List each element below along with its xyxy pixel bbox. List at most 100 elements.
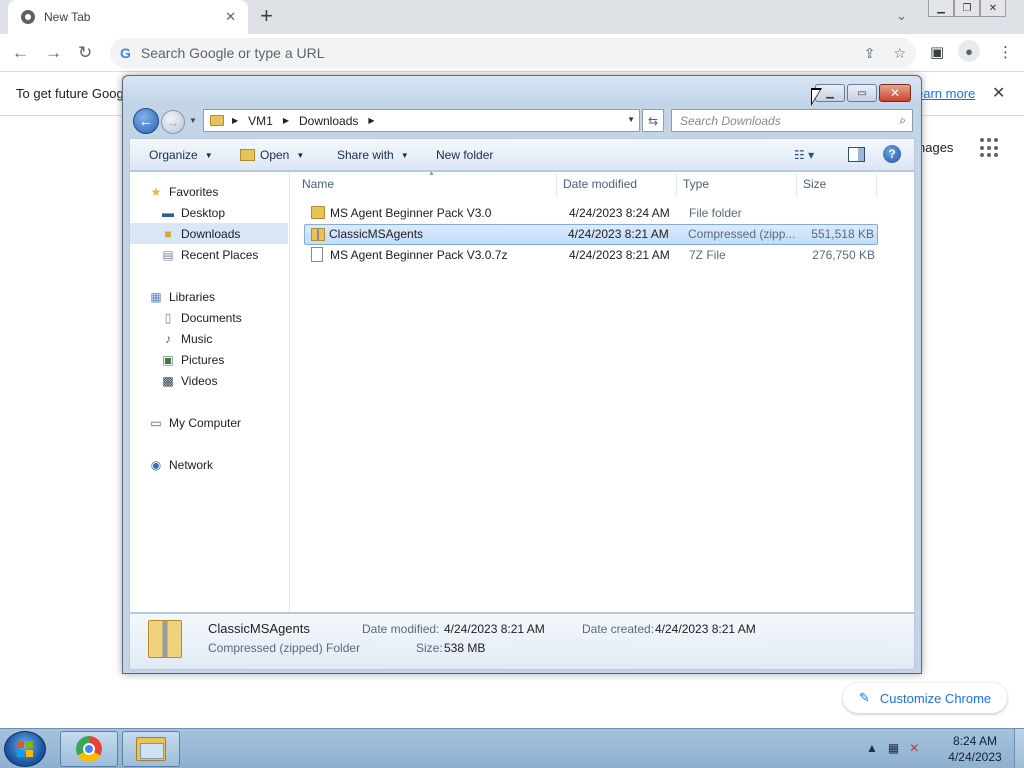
back-arrow-icon[interactable]: ← xyxy=(12,43,29,63)
zip-folder-icon xyxy=(311,228,325,241)
file-row[interactable]: MS Agent Beginner Pack V3.0 4/24/2023 8:… xyxy=(305,203,879,224)
explorer-titlebar[interactable]: ▁ ▭ ✕ xyxy=(123,76,921,106)
nav-favorites[interactable]: ★ Favorites xyxy=(130,181,288,202)
pictures-icon: ▣ xyxy=(162,352,174,367)
chrome-icon xyxy=(76,736,102,762)
windows-logo-icon xyxy=(17,741,33,757)
explorer-address-row: ← → ▼ ▶ VM1 ▶ Downloads ▶ ▼ ⇆ Search Dow… xyxy=(123,106,921,136)
nav-label: Favorites xyxy=(169,184,219,199)
open-button[interactable]: Open ▼ xyxy=(240,148,304,162)
nav-label: Documents xyxy=(181,310,242,325)
column-header-date-modified[interactable]: Date modified xyxy=(563,177,637,191)
menu-kebab-icon[interactable]: ⋮ xyxy=(998,43,1013,61)
file-list-pane: Name ▲ Date modified Type Size MS Agent … xyxy=(290,170,914,612)
nav-desktop[interactable]: ▬ Desktop xyxy=(130,202,288,223)
share-with-button[interactable]: Share with ▼ xyxy=(337,148,409,162)
nav-network[interactable]: ◉ Network xyxy=(130,454,288,475)
forward-button[interactable]: → xyxy=(161,110,185,134)
nav-downloads[interactable]: ■ Downloads xyxy=(130,223,288,244)
column-divider[interactable] xyxy=(556,174,557,196)
details-date-modified: 4/24/2023 8:21 AM xyxy=(444,622,545,636)
open-folder-icon xyxy=(240,149,255,161)
nav-libraries[interactable]: ▦ Libraries xyxy=(130,286,288,307)
breadcrumb-downloads[interactable]: Downloads xyxy=(299,114,358,128)
change-view-icon[interactable]: ☷ ▾ xyxy=(794,148,814,162)
omnibox[interactable]: G Search Google or type a URL ⇪ ☆ xyxy=(110,38,916,68)
explorer-icon xyxy=(136,737,166,761)
show-hidden-icons-icon[interactable]: ▲ xyxy=(866,741,878,755)
customize-chrome-button[interactable]: ✎ Customize Chrome xyxy=(843,683,1007,713)
nav-music[interactable]: ♪ Music xyxy=(130,328,288,349)
tab-title: New Tab xyxy=(44,10,91,24)
documents-icon: ▯ xyxy=(164,310,172,325)
clock-time: 8:24 AM xyxy=(952,734,998,748)
nav-documents[interactable]: ▯ Documents xyxy=(130,307,288,328)
breadcrumb-vm1[interactable]: VM1 xyxy=(248,114,273,128)
google-apps-icon[interactable] xyxy=(980,138,1000,158)
start-button[interactable] xyxy=(4,731,46,767)
new-folder-button[interactable]: New folder xyxy=(436,148,493,162)
tab-new-tab[interactable]: New Tab ✕ xyxy=(8,0,248,34)
details-size: 538 MB xyxy=(444,641,486,655)
minimize-button[interactable]: ▁ xyxy=(928,0,954,17)
tab-close-icon[interactable]: ✕ xyxy=(225,9,236,25)
new-tab-button[interactable]: + xyxy=(260,5,273,27)
show-desktop-button[interactable] xyxy=(1014,729,1024,768)
share-icon[interactable]: ⇪ xyxy=(864,45,876,62)
organize-button[interactable]: Organize ▼ xyxy=(149,148,213,162)
nav-pictures[interactable]: ▣ Pictures xyxy=(130,349,288,370)
explorer-close-button[interactable]: ✕ xyxy=(879,84,911,102)
chevron-right-icon[interactable]: ▶ xyxy=(368,116,374,125)
details-date-created-label: Date created: xyxy=(582,622,655,636)
nav-label: Desktop xyxy=(181,205,226,220)
address-bar[interactable]: ▶ VM1 ▶ Downloads ▶ ▼ xyxy=(203,109,640,132)
profile-avatar-icon[interactable]: ● xyxy=(958,40,980,62)
infobar-close-icon[interactable]: ✕ xyxy=(992,83,1005,103)
side-panel-icon[interactable]: ▣ xyxy=(930,43,944,61)
images-link[interactable]: nages xyxy=(918,140,953,155)
column-divider[interactable] xyxy=(676,174,677,196)
chevron-right-icon[interactable]: ▶ xyxy=(232,116,238,125)
column-divider[interactable] xyxy=(796,174,797,196)
search-input[interactable]: Search Downloads ⌕ xyxy=(671,109,913,132)
back-button[interactable]: ← xyxy=(133,108,159,134)
taskbar-explorer[interactable] xyxy=(122,731,180,767)
chrome-window-controls: ▁ ❐ ✕ xyxy=(928,0,1006,18)
nav-videos[interactable]: ▩ Videos xyxy=(130,370,288,391)
help-icon[interactable]: ? xyxy=(883,145,901,163)
refresh-button[interactable]: ⇆ xyxy=(642,109,664,132)
bookmark-star-icon[interactable]: ☆ xyxy=(893,45,906,62)
explorer-maximize-button[interactable]: ▭ xyxy=(847,84,877,102)
column-header-type[interactable]: Type xyxy=(683,177,709,191)
file-row-selected[interactable]: ClassicMSAgents 4/24/2023 8:21 AM Compre… xyxy=(304,224,878,245)
computer-icon: ▭ xyxy=(150,415,162,430)
learn-more-link[interactable]: earn more xyxy=(916,86,975,101)
column-divider[interactable] xyxy=(876,174,877,196)
chevron-right-icon[interactable]: ▶ xyxy=(283,116,289,125)
nav-label: Libraries xyxy=(169,289,216,304)
chevron-down-icon[interactable]: ⌄ xyxy=(896,8,907,24)
close-button[interactable]: ✕ xyxy=(980,0,1006,17)
preview-pane-icon[interactable] xyxy=(848,147,865,162)
file-row[interactable]: MS Agent Beginner Pack V3.0.7z 4/24/2023… xyxy=(305,245,879,266)
restore-button[interactable]: ❐ xyxy=(954,0,980,17)
chevron-down-icon: ▼ xyxy=(204,150,213,160)
reload-icon[interactable]: ↻ xyxy=(78,43,92,63)
details-size-label: Size: xyxy=(416,641,443,655)
nav-my-computer[interactable]: ▭ My Computer xyxy=(130,412,288,433)
details-file-name: ClassicMSAgents xyxy=(208,621,310,636)
column-header-size[interactable]: Size xyxy=(803,177,826,191)
search-icon[interactable]: ⌕ xyxy=(899,113,906,128)
volume-muted-icon[interactable]: ✕ xyxy=(909,741,919,755)
zip-folder-icon xyxy=(148,620,182,658)
column-header-name[interactable]: Name xyxy=(302,177,334,191)
nav-recent-places[interactable]: ▤ Recent Places xyxy=(130,244,288,265)
taskbar-chrome[interactable] xyxy=(60,731,118,767)
address-dropdown-icon[interactable]: ▼ xyxy=(627,115,635,124)
history-dropdown-icon[interactable]: ▼ xyxy=(189,116,197,125)
star-icon: ★ xyxy=(150,184,162,199)
clock[interactable]: 8:24 AM 4/24/2023 xyxy=(940,733,1010,765)
network-tray-icon[interactable]: ▦ xyxy=(888,741,899,755)
details-date-created: 4/24/2023 8:21 AM xyxy=(655,622,756,636)
forward-arrow-icon[interactable]: → xyxy=(45,43,62,63)
